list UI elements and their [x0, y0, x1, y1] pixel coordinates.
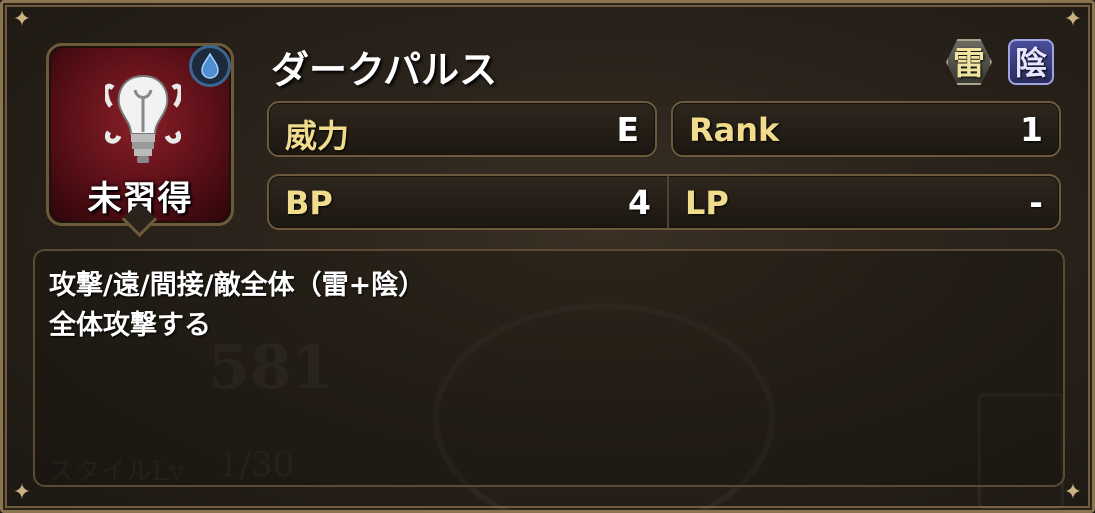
corner-ornament-icon: ✦	[1063, 7, 1083, 32]
bp-lp-stat: BP 4 LP -	[267, 174, 1061, 230]
yin-element-icon: 陰	[1008, 39, 1054, 85]
corner-ornament-icon: ✦	[12, 480, 32, 505]
lightbulb-icon	[105, 74, 181, 163]
power-stat: 威力 E	[267, 101, 657, 157]
thunder-element-icon: 雷	[946, 39, 992, 85]
corner-ornament-icon: ✦	[12, 7, 32, 32]
bp-value: 4	[628, 183, 651, 222]
description-line-2: 全体攻撃する	[49, 310, 211, 341]
description-line-1: 攻撃/遠/間接/敵全体（雷+陰）	[49, 270, 426, 301]
lp-label: LP	[685, 184, 729, 222]
rank-value: 1	[1020, 110, 1043, 149]
bp-label: BP	[285, 184, 333, 222]
power-label: 威力	[285, 117, 350, 155]
skill-detail-panel: ✦ ✦ ✦ ✦ 581 スタイルLv 1/30 未習得 ダークパルス 雷 陰 威…	[0, 0, 1095, 513]
power-value: E	[616, 110, 639, 149]
rank-label: Rank	[689, 111, 780, 149]
lp-value: -	[1029, 183, 1043, 222]
rank-stat: Rank 1	[671, 101, 1061, 157]
skill-name: ダークパルス	[271, 48, 498, 92]
water-drop-icon	[189, 45, 231, 87]
skill-description-box: 攻撃/遠/間接/敵全体（雷+陰） 全体攻撃する	[33, 249, 1065, 487]
lp-stat: LP -	[669, 176, 1059, 228]
bp-stat: BP 4	[269, 176, 669, 228]
